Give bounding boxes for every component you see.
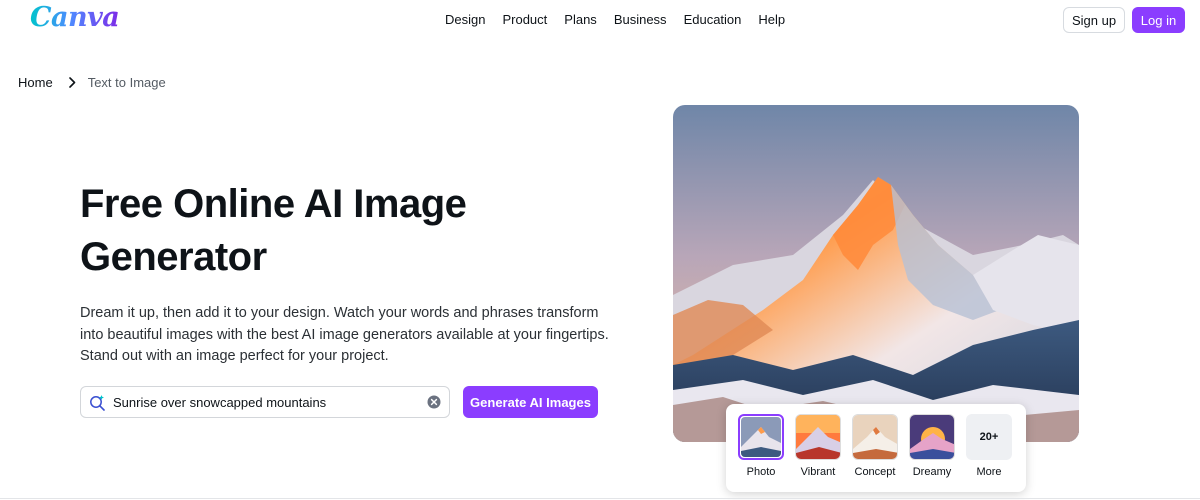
style-option-vibrant[interactable]: Vibrant (793, 414, 843, 478)
style-label-photo: Photo (746, 466, 776, 478)
breadcrumb-current: Text to Image (87, 75, 166, 90)
nav-item-plans[interactable]: Plans (564, 12, 597, 27)
canva-logo[interactable]: Canva (30, 2, 120, 33)
section-divider (0, 498, 1200, 499)
page-title-line-1: Free Online AI Image (80, 182, 467, 226)
style-option-photo[interactable]: Photo (736, 414, 786, 478)
login-button[interactable]: Log in (1132, 7, 1185, 33)
style-picker: Photo Vibrant Concept Dreamy 20+ More (726, 404, 1026, 492)
page-title: Free Online AI Image Generator (80, 178, 560, 284)
style-label-dreamy: Dreamy (912, 466, 952, 478)
hero-description: Dream it up, then add it to your design.… (80, 305, 609, 364)
style-label-vibrant: Vibrant (800, 466, 836, 478)
style-thumb-concept (852, 414, 898, 460)
generate-ai-images-button[interactable]: Generate AI Images (463, 386, 598, 418)
page-title-line-2: Generator (80, 235, 267, 279)
breadcrumb-home-link[interactable]: Home (18, 75, 53, 90)
style-option-concept[interactable]: Concept (850, 414, 900, 478)
style-label-concept: Concept (854, 466, 896, 478)
prompt-input[interactable] (113, 391, 418, 413)
style-option-dreamy[interactable]: Dreamy (907, 414, 957, 478)
style-option-more[interactable]: 20+ More (964, 414, 1014, 478)
breadcrumb: Home Text to Image (18, 75, 166, 90)
chevron-right-icon (68, 77, 76, 88)
nav-item-education[interactable]: Education (684, 12, 742, 27)
nav-item-help[interactable]: Help (758, 12, 785, 27)
hero-mountain-image (673, 105, 1079, 442)
style-thumb-photo (738, 414, 784, 460)
nav-item-business[interactable]: Business (614, 12, 667, 27)
signup-button[interactable]: Sign up (1063, 7, 1125, 33)
style-thumb-dreamy (909, 414, 955, 460)
style-thumb-vibrant (795, 414, 841, 460)
clear-icon[interactable] (427, 395, 441, 409)
nav-item-design[interactable]: Design (445, 12, 485, 27)
magic-search-icon (89, 394, 106, 411)
top-header: Canva Design Product Plans Business Educ… (0, 0, 1200, 40)
prompt-search-box[interactable] (80, 386, 450, 418)
more-styles-badge: 20+ (966, 414, 1012, 460)
style-label-more: More (976, 466, 1002, 478)
main-nav: Design Product Plans Business Education … (445, 12, 785, 27)
nav-item-product[interactable]: Product (502, 12, 547, 27)
